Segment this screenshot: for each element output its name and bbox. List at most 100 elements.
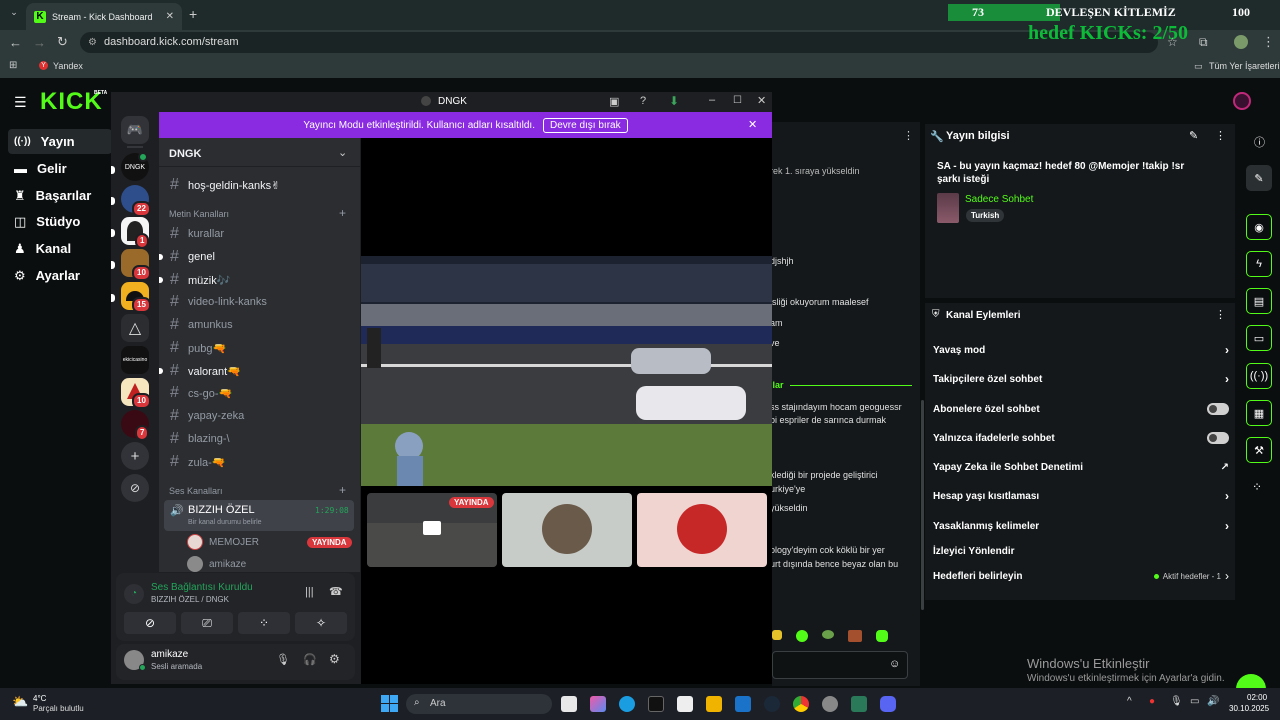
extensions-icon[interactable]: ⧉ xyxy=(1199,35,1208,50)
add-channel-icon[interactable]: + xyxy=(339,206,346,220)
disconnect-icon[interactable]: ☎ xyxy=(329,585,343,598)
chat-scrollbar[interactable] xyxy=(921,400,924,610)
text-category[interactable]: Metin Kanalları xyxy=(169,209,229,219)
notes-icon[interactable] xyxy=(677,696,693,712)
add-voice-channel-icon[interactable]: + xyxy=(339,483,346,497)
channel-item[interactable]: # zula-🔫 xyxy=(170,453,226,471)
chat-menu-icon[interactable]: ⋮ xyxy=(903,129,914,142)
chat-input[interactable]: ☺ xyxy=(772,651,908,679)
action-account-age[interactable]: Hesap yaşı kısıtlaması › xyxy=(933,486,1229,506)
signal-icon[interactable]: ◔ xyxy=(124,584,144,604)
new-tab-icon[interactable]: + xyxy=(189,6,197,22)
nav-studyo[interactable]: ◫ Stüdyo xyxy=(8,209,112,234)
apps-grid-icon[interactable]: ⊞ xyxy=(9,60,17,71)
nav-kanal[interactable]: ♟ Kanal xyxy=(8,236,112,261)
channel-item[interactable]: # genel xyxy=(170,248,215,266)
url-bar[interactable]: ⚙ dashboard.kick.com/stream xyxy=(80,32,1158,53)
stream-category[interactable]: Sadece Sohbet xyxy=(965,194,1033,205)
emote-icon[interactable] xyxy=(848,630,862,642)
participant-tile[interactable] xyxy=(637,493,767,567)
voice-status-text[interactable]: Bir kanal durumu belirle xyxy=(188,519,262,526)
discord-home-icon[interactable]: 🎮 xyxy=(121,116,149,144)
action-emote-only[interactable]: Yalnızca ifadelerle sohbet xyxy=(933,428,1229,448)
more-tools-icon[interactable]: ⁘ xyxy=(1252,480,1262,494)
site-info-icon[interactable]: ⚙ xyxy=(88,32,97,53)
channel-item[interactable]: # cs-go-🔫 xyxy=(170,384,232,402)
info-icon[interactable]: ⓘ xyxy=(1254,134,1265,150)
emote-icon[interactable] xyxy=(876,630,888,642)
inbox-icon[interactable]: ▣ xyxy=(609,95,619,108)
chat-tool-icon[interactable]: ▭ xyxy=(1246,325,1272,351)
nav-ayarlar[interactable]: ⚙ Ayarlar xyxy=(8,263,112,288)
maximize-icon[interactable]: ☐ xyxy=(733,95,742,106)
lightning-tool-icon[interactable]: ϟ xyxy=(1246,251,1272,277)
add-server-icon[interactable]: + xyxy=(121,442,149,470)
channel-item[interactable]: # amunkus xyxy=(170,316,233,334)
back-icon[interactable]: ← xyxy=(9,35,22,50)
nav-yayin[interactable]: ((·)) Yayın xyxy=(8,129,112,154)
hamburger-menu-icon[interactable]: ☰ xyxy=(14,94,27,111)
help-icon[interactable]: ? xyxy=(640,95,646,107)
tab-search-icon[interactable]: ⌄ xyxy=(6,7,22,23)
stream-thumbnail[interactable]: YAYINDA xyxy=(367,493,497,567)
steam-icon[interactable] xyxy=(764,696,780,712)
forward-icon[interactable]: → xyxy=(33,35,46,50)
channel-item[interactable]: # yapay-zeka xyxy=(170,407,244,425)
channel-item[interactable]: # kurallar xyxy=(170,225,224,243)
file-explorer-icon[interactable] xyxy=(706,696,722,712)
noise-suppression-icon[interactable]: ||| xyxy=(305,586,314,598)
emote-only-toggle[interactable] xyxy=(1207,432,1229,444)
emote-icon[interactable] xyxy=(772,630,782,640)
channel-item[interactable]: # müzik🎶 xyxy=(170,271,230,289)
tray-volume-icon[interactable]: 🔊 xyxy=(1207,696,1219,707)
action-ai-moderation[interactable]: Yapay Zeka ile Sohbet Denetimi ↗ xyxy=(933,457,1229,477)
browser-tab[interactable]: K Stream - Kick Dashboard ✕ xyxy=(26,3,182,30)
voice-channel-active[interactable]: 🔊 BIZZIH ÖZEL 1:29:08 Bir kanal durumu b… xyxy=(164,500,354,531)
info-menu-icon[interactable]: ⋮ xyxy=(1215,129,1226,142)
banner-close-icon[interactable]: ✕ xyxy=(748,118,757,131)
channel-item[interactable]: # valorant🔫 xyxy=(170,362,241,380)
bookmark-star-icon[interactable]: ☆ xyxy=(1167,35,1178,49)
minimize-icon[interactable]: – xyxy=(709,94,715,106)
category-thumbnail[interactable] xyxy=(937,193,959,223)
actions-menu-icon[interactable]: ⋮ xyxy=(1215,308,1226,321)
voice-category[interactable]: Ses Kanalları xyxy=(169,486,223,496)
kick-user-avatar[interactable] xyxy=(1233,92,1251,110)
taskbar-search[interactable]: ⌕ Ara xyxy=(406,694,552,714)
browser-menu-icon[interactable]: ⋮ xyxy=(1262,34,1275,50)
tray-mic-icon[interactable]: 🎙 xyxy=(1170,696,1183,707)
tab-close-icon[interactable]: ✕ xyxy=(166,11,174,22)
emote-icon[interactable] xyxy=(822,630,834,639)
edit-pencil-icon[interactable]: ✎ xyxy=(1189,129,1198,142)
edit-tool-icon[interactable]: ✎ xyxy=(1246,165,1272,191)
discover-icon[interactable]: ⊘ xyxy=(121,474,149,502)
app-icon[interactable] xyxy=(851,696,867,712)
tray-app-icon[interactable]: ● xyxy=(1149,696,1155,707)
channel-item[interactable]: # pubg🔫 xyxy=(170,339,226,357)
member-name[interactable]: amikaze xyxy=(209,559,246,570)
start-button[interactable] xyxy=(381,695,398,712)
download-icon[interactable]: ⬇ xyxy=(669,94,679,108)
outlook-icon[interactable] xyxy=(735,696,751,712)
weather-temp[interactable]: 4°C xyxy=(33,694,46,703)
headphones-icon[interactable]: 🎧 xyxy=(303,653,317,666)
document-tool-icon[interactable]: ▤ xyxy=(1246,288,1272,314)
obs-icon[interactable] xyxy=(822,696,838,712)
broadcast-tool-icon[interactable]: ((·)) xyxy=(1246,363,1272,389)
subscribers-only-toggle[interactable] xyxy=(1207,403,1229,415)
channel-item[interactable]: # blazing-\ xyxy=(170,430,230,448)
activities-button[interactable]: ⁘ xyxy=(238,612,290,634)
clock-time[interactable]: 02:00 xyxy=(1247,693,1267,702)
action-raid[interactable]: İzleyici Yönlendir xyxy=(933,541,1229,561)
user-name[interactable]: amikaze xyxy=(151,649,188,660)
action-slow-mode[interactable]: Yavaş mod › xyxy=(933,340,1229,360)
close-window-icon[interactable]: ✕ xyxy=(757,94,766,107)
discord-taskbar-icon[interactable] xyxy=(880,696,896,712)
channel-item[interactable]: # video-link-kanks xyxy=(170,293,267,311)
participant-tile[interactable] xyxy=(502,493,632,567)
disable-streamer-mode-button[interactable]: Devre dışı bırak xyxy=(543,117,628,133)
server-ekici[interactable]: ekicicasino xyxy=(121,346,149,374)
task-view-icon[interactable] xyxy=(561,696,577,712)
nav-basarilar[interactable]: ♜ Başarılar xyxy=(8,183,112,208)
emoji-picker-icon[interactable]: ☺ xyxy=(889,658,900,670)
